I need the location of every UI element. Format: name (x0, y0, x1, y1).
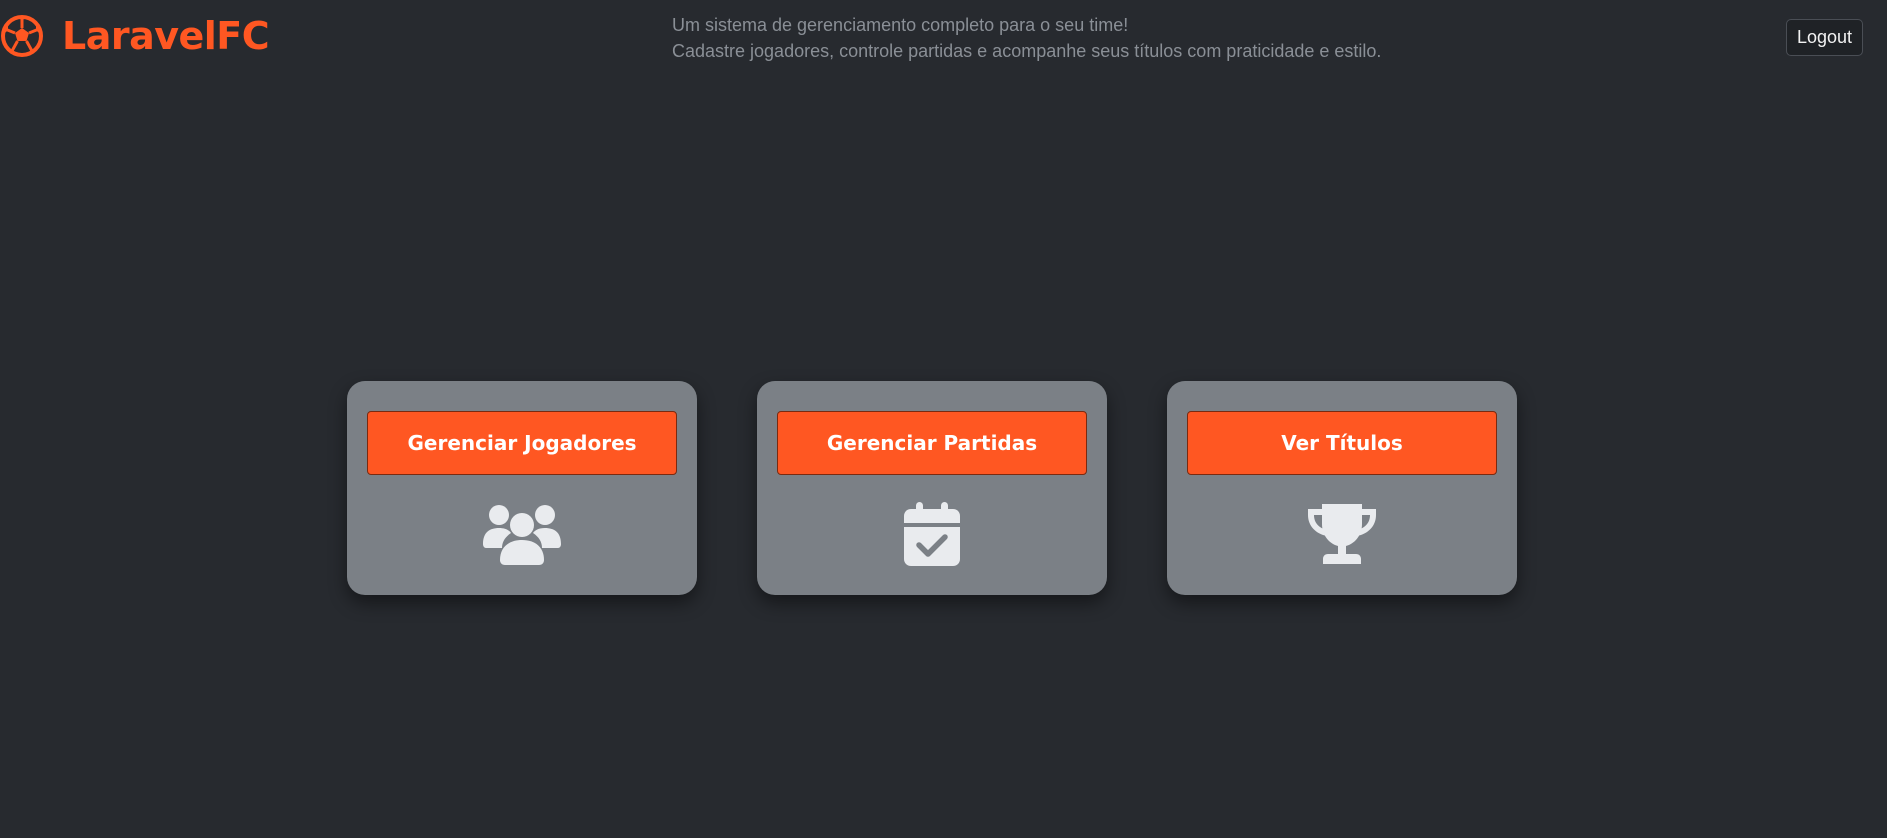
tagline: Um sistema de gerenciamento completo par… (672, 12, 1381, 64)
card-matches: Gerenciar Partidas (757, 381, 1107, 595)
card-players: Gerenciar Jogadores (347, 381, 697, 595)
dashboard-cards: Gerenciar Jogadores Gerenciar Partidas V… (347, 381, 1517, 595)
calendar-check-icon (904, 502, 960, 566)
users-icon (483, 505, 561, 565)
manage-players-button[interactable]: Gerenciar Jogadores (367, 411, 677, 475)
trophy-icon (1308, 504, 1376, 564)
logout-button[interactable]: Logout (1785, 19, 1863, 56)
view-titles-button[interactable]: Ver Títulos (1187, 411, 1497, 475)
top-bar: LaravelFC Um sistema de gerenciamento co… (0, 0, 1887, 80)
tagline-line-2: Cadastre jogadores, controle partidas e … (672, 41, 1382, 61)
soccer-ball-icon (1, 15, 43, 57)
tagline-line-1: Um sistema de gerenciamento completo par… (672, 15, 1129, 35)
manage-matches-button[interactable]: Gerenciar Partidas (777, 411, 1087, 475)
brand-name: LaravelFC (62, 14, 270, 58)
brand-logo-link[interactable]: LaravelFC (0, 14, 270, 58)
card-titles: Ver Títulos (1167, 381, 1517, 595)
